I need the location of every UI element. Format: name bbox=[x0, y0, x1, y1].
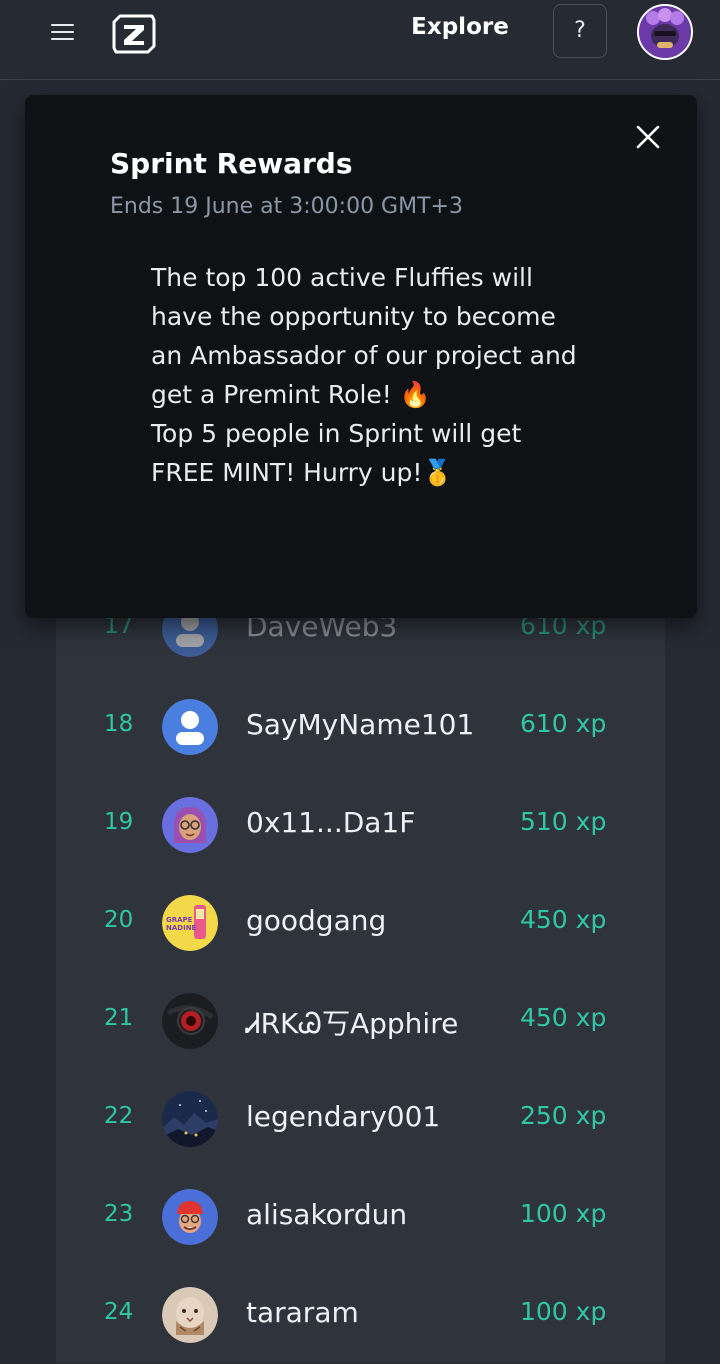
leaderboard-row[interactable]: 21 ᏗRKᏊ丂Apphire 450 xp bbox=[56, 972, 665, 1070]
xp-value: 100 xp bbox=[520, 1297, 607, 1326]
user-avatar-image bbox=[639, 6, 691, 58]
user-name[interactable]: alisakordun bbox=[246, 1198, 407, 1231]
xp-value: 450 xp bbox=[520, 1003, 607, 1032]
svg-text:GRAPE: GRAPE bbox=[166, 916, 193, 924]
help-button[interactable]: ? bbox=[553, 4, 607, 58]
top-bar: Explore ? bbox=[0, 0, 720, 80]
xp-value: 100 xp bbox=[520, 1199, 607, 1228]
user-name[interactable]: tararam bbox=[246, 1296, 359, 1329]
leaderboard-row[interactable]: 19 0x11...Da1F 510 xp bbox=[56, 776, 665, 874]
xp-value: 510 xp bbox=[520, 807, 607, 836]
hamburger-icon[interactable] bbox=[51, 21, 75, 43]
user-name[interactable]: goodgang bbox=[246, 904, 386, 937]
rank-number: 20 bbox=[104, 907, 134, 933]
rank-number: 19 bbox=[104, 809, 134, 835]
close-icon[interactable] bbox=[633, 122, 663, 152]
leaderboard-row[interactable]: 24 tararam 100 xp bbox=[56, 1266, 665, 1364]
modal-subtitle: Ends 19 June at 3:00:00 GMT+3 bbox=[110, 194, 463, 219]
sprint-rewards-modal: Sprint Rewards Ends 19 June at 3:00:00 G… bbox=[25, 95, 697, 618]
user-name[interactable]: legendary001 bbox=[246, 1100, 440, 1133]
leaderboard-row[interactable]: 18 SayMyName101 610 xp bbox=[56, 678, 665, 776]
memoji-red-cap-avatar bbox=[162, 1189, 218, 1245]
z-logo-icon[interactable] bbox=[110, 12, 158, 54]
leaderboard-row[interactable]: 22 legendary001 250 xp bbox=[56, 1070, 665, 1168]
leaderboard-row[interactable]: 23 alisakordun 100 xp bbox=[56, 1168, 665, 1266]
memoji-glasses-avatar bbox=[162, 797, 218, 853]
red-eye-avatar bbox=[162, 993, 218, 1049]
modal-body: The top 100 active Fluffies will have th… bbox=[151, 258, 581, 492]
rank-number: 23 bbox=[104, 1201, 134, 1227]
rank-number: 24 bbox=[104, 1299, 134, 1325]
xp-value: 610 xp bbox=[520, 709, 607, 738]
user-name[interactable]: SayMyName101 bbox=[246, 708, 474, 741]
modal-title: Sprint Rewards bbox=[110, 147, 353, 180]
default-user-avatar bbox=[162, 699, 218, 755]
rank-number: 21 bbox=[104, 1005, 134, 1031]
nav-explore[interactable]: Explore bbox=[400, 14, 520, 40]
xp-value: 250 xp bbox=[520, 1101, 607, 1130]
user-avatar[interactable] bbox=[637, 4, 693, 60]
rank-number: 18 bbox=[104, 711, 134, 737]
modal-body-paragraph-2: Top 5 people in Sprint will get FREE MIN… bbox=[151, 419, 522, 487]
xp-value: 450 xp bbox=[520, 905, 607, 934]
cat-face-avatar bbox=[162, 1287, 218, 1343]
user-name[interactable]: 0x11...Da1F bbox=[246, 806, 415, 839]
grape-nadine-avatar: GRAPE NADINE bbox=[162, 895, 218, 951]
svg-text:NADINE: NADINE bbox=[166, 924, 197, 932]
modal-body-paragraph-1: The top 100 active Fluffies will have th… bbox=[151, 263, 577, 409]
user-name[interactable]: ᏗRKᏊ丂Apphire bbox=[246, 1002, 458, 1042]
rank-number: 22 bbox=[104, 1103, 134, 1129]
leaderboard-row[interactable]: 20 GRAPE NADINE goodgang 450 xp bbox=[56, 874, 665, 972]
night-landscape-avatar bbox=[162, 1091, 218, 1147]
